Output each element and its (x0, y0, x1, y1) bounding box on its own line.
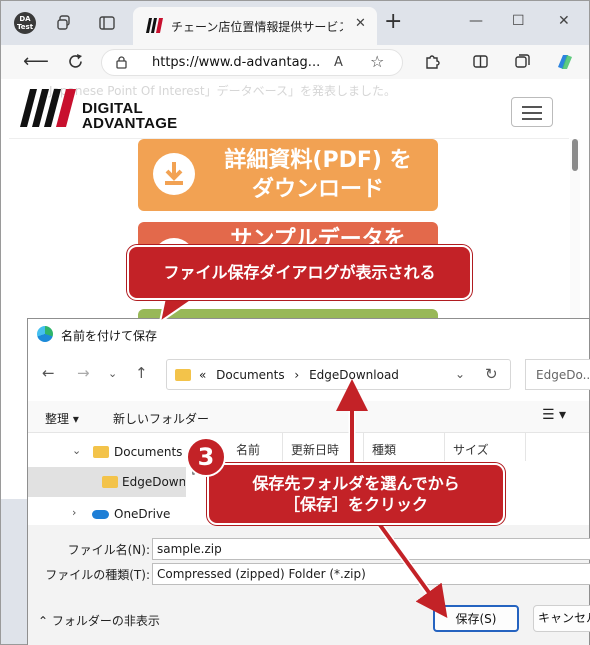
collapsed-chevron-icon[interactable]: › (72, 506, 76, 519)
address-bar[interactable]: https://www.d-advantag... A ☆ (101, 49, 403, 76)
url-text: https://www.d-advantag... (152, 55, 321, 70)
chevron-up-icon: ⌃ (38, 614, 52, 628)
lock-icon[interactable] (116, 56, 127, 69)
collections-icon[interactable] (514, 53, 531, 70)
filetype-value: Compressed (zipped) Folder (*.zip) (157, 567, 366, 581)
dialog-navigation-bar: ← → ⌄ ↑ « Documents › EdgeDownload ⌄ ↻ E… (28, 349, 590, 401)
path-prefix: « (199, 368, 207, 382)
onedrive-cloud-icon (92, 510, 109, 519)
callout-line-2: ［保存］をクリック (283, 495, 428, 514)
filename-value: sample.zip (157, 542, 222, 556)
tab-close-icon[interactable]: ✕ (355, 16, 366, 31)
folder-search-input[interactable]: EdgeDo... (525, 359, 590, 390)
dialog-title-bar: 名前を付けて保存 (28, 319, 589, 349)
tree-item-documents[interactable]: ⌄ Documents (28, 437, 186, 467)
folder-path-bar[interactable]: « Documents › EdgeDownload ⌄ ↻ (166, 359, 511, 390)
recent-locations-chevron-icon[interactable]: ⌄ (108, 367, 117, 380)
active-tab[interactable]: チェーン店位置情報提供サービス（G ✕ (133, 7, 377, 45)
hide-folders-label: フォルダーの非表示 (51, 614, 160, 628)
maximize-button[interactable]: ☐ (512, 13, 525, 29)
page-scroll-thumb[interactable] (572, 139, 578, 171)
forward-arrow-icon[interactable]: → (77, 364, 90, 382)
dialog-title: 名前を付けて保存 (61, 329, 158, 343)
extensions-icon[interactable] (424, 53, 441, 70)
download-icon (153, 153, 195, 195)
path-documents[interactable]: Documents (216, 368, 284, 382)
column-type[interactable]: 種類 (364, 433, 445, 461)
logo-line-2: ADVANTAGE (82, 115, 178, 132)
profile-avatar[interactable]: DA Test (14, 12, 36, 34)
new-folder-button[interactable]: 新しいフォルダー (113, 410, 209, 427)
dialog-command-bar: 整理 ▾ 新しいフォルダー ☰ ▾ (28, 401, 589, 433)
filename-label: ファイル名(N): (67, 543, 150, 557)
folder-icon (175, 369, 191, 381)
refresh-icon[interactable]: ↻ (485, 365, 498, 383)
folder-path: « Documents › EdgeDownload (199, 368, 399, 382)
tree-label: EdgeDownload (122, 475, 185, 489)
split-screen-icon[interactable] (472, 53, 489, 70)
step-number-badge: 3 (186, 437, 226, 477)
logo-line-1: DIGITAL (82, 100, 143, 117)
logo-wordmark[interactable]: DIGITAL ADVANTAGE (82, 101, 177, 131)
cancel-button[interactable]: キャンセル (533, 605, 590, 632)
tab-actions-icon[interactable] (98, 14, 116, 32)
organize-menu[interactable]: 整理 ▾ (45, 410, 79, 427)
folder-icon (102, 476, 118, 488)
tab-title: チェーン店位置情報提供サービス（G (171, 20, 343, 34)
tree-label: Documents (114, 445, 183, 459)
filetype-label: ファイルの種類(T): (45, 568, 150, 582)
path-dropdown-chevron-icon[interactable]: ⌄ (455, 367, 465, 381)
refresh-icon[interactable] (67, 53, 84, 70)
column-name[interactable]: 名前 (228, 433, 283, 461)
minimize-button[interactable]: — (469, 13, 483, 29)
search-placeholder: EdgeDo... (536, 368, 590, 382)
copilot-icon[interactable] (554, 51, 576, 73)
menu-bar (522, 112, 542, 114)
workspaces-icon[interactable] (56, 14, 74, 32)
menu-bar (522, 118, 542, 120)
path-edgedownload[interactable]: EdgeDownload (309, 368, 399, 382)
browser-toolbar: ⟵ https://www.d-advantag... A ☆ (1, 45, 589, 79)
tree-label: OneDrive (114, 507, 171, 521)
title-bar: DA Test チェーン店位置情報提供サービス（G ✕ + — ☐ ✕ (1, 1, 589, 45)
save-button[interactable]: 保存(S) (433, 605, 519, 632)
favorite-star-icon[interactable]: ☆ (370, 52, 384, 71)
choose-folder-callout: 保存先フォルダを選んでから ［保存］をクリック (207, 463, 505, 525)
up-arrow-icon[interactable]: ↑ (135, 364, 148, 382)
new-tab-button[interactable]: + (384, 11, 402, 33)
dialog-file-fields: ファイル名(N): sample.zip ファイルの種類(T): Compres… (28, 525, 590, 591)
menu-bar (522, 106, 542, 108)
filename-input[interactable]: sample.zip (152, 538, 590, 560)
background-headline: Japanese Point Of Interest」データベース」を発表しまし… (49, 84, 397, 98)
edge-icon (37, 326, 53, 342)
dialog-shown-callout: ファイル保存ダイアログが表示される (127, 245, 472, 300)
column-modified[interactable]: 更新日時 (283, 433, 364, 461)
folder-icon (93, 446, 109, 458)
dialog-footer: ⌃ フォルダーの非表示 保存(S) キャンセル (28, 591, 590, 645)
back-arrow-icon[interactable]: ⟵ (23, 51, 49, 72)
path-separator: › (294, 368, 300, 382)
hide-folders-toggle[interactable]: ⌃ フォルダーの非表示 (38, 612, 160, 629)
column-size[interactable]: サイズ (445, 433, 526, 461)
callout-line-1: 保存先フォルダを選んでから (252, 474, 460, 493)
tree-item-edgedownload[interactable]: EdgeDownload (28, 467, 186, 497)
back-arrow-icon[interactable]: ← (42, 364, 55, 382)
read-aloud-icon[interactable]: A (334, 55, 343, 70)
digital-advantage-logo-icon[interactable] (18, 89, 78, 127)
cta1-line2: ダウンロード (251, 177, 384, 202)
cta1-line1: 詳細資料(PDF) を (224, 148, 412, 173)
expanded-chevron-icon[interactable]: ⌄ (72, 444, 81, 457)
view-options-icon[interactable]: ☰ ▾ (542, 407, 566, 423)
close-window-button[interactable]: ✕ (558, 13, 570, 29)
site-favicon-icon (146, 18, 163, 33)
menu-button[interactable] (511, 97, 553, 127)
filetype-select[interactable]: Compressed (zipped) Folder (*.zip) (152, 563, 590, 585)
download-pdf-button[interactable]: 詳細資料(PDF) を ダウンロード (138, 139, 438, 211)
site-header: Japanese Point Of Interest」データベース」を発表しまし… (9, 79, 569, 139)
